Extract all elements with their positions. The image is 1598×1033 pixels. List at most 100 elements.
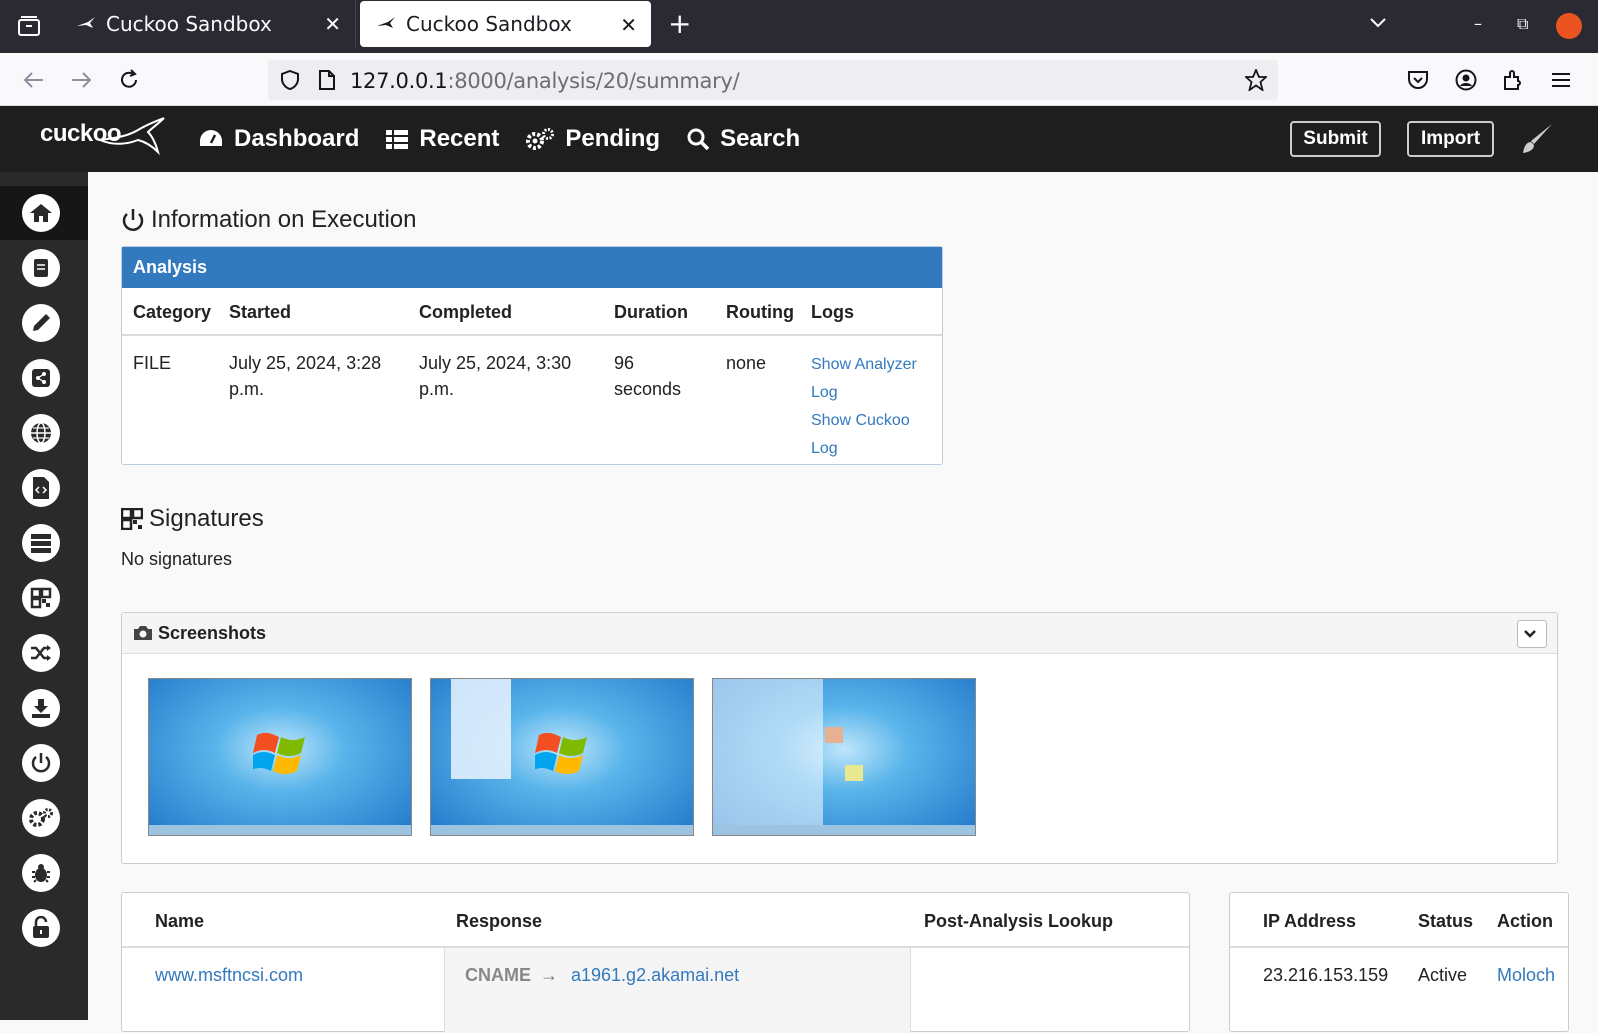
unlock-icon[interactable] — [22, 909, 60, 947]
import-button[interactable]: Import — [1407, 121, 1494, 157]
screenshot-thumbnail[interactable] — [430, 678, 694, 836]
dashboard-icon — [200, 130, 222, 146]
col-post-analysis-lookup: Post-Analysis Lookup — [924, 911, 1114, 931]
power-icon — [122, 209, 144, 231]
bug-icon[interactable] — [22, 854, 60, 892]
url-text: 127.0.0.1:8000/analysis/20/summary/ — [350, 69, 740, 93]
col-logs: Logs — [811, 302, 854, 322]
main-content: Information on Execution Analysis Catego… — [88, 172, 1598, 1033]
close-tab-icon[interactable]: ✕ — [620, 13, 637, 37]
cuckoo-favicon-icon — [76, 13, 98, 35]
camera-icon — [134, 626, 152, 640]
windows-logo-icon — [535, 732, 587, 774]
logs-cell: Show Analyzer Log Show Cuckoo Log — [811, 350, 917, 462]
tab-overview-icon[interactable] — [14, 12, 44, 40]
hosts-panel: IP Address Status Action 23.216.153.159 … — [1229, 892, 1569, 1032]
nav-pending[interactable]: Pending — [525, 125, 660, 153]
url-bar[interactable]: 127.0.0.1:8000/analysis/20/summary/ — [268, 60, 1278, 100]
account-icon[interactable] — [1453, 67, 1479, 93]
screenshots-title: Screenshots — [158, 622, 267, 643]
col-routing: Routing — [726, 302, 794, 322]
search-icon — [687, 128, 710, 151]
col-action: Action — [1497, 911, 1553, 931]
cuckoo-favicon-icon — [376, 13, 398, 35]
screenshots-panel-header: Screenshots — [122, 613, 1557, 654]
analysis-panel-title: Analysis — [122, 247, 942, 288]
gears-icon[interactable] — [22, 799, 60, 837]
windows-logo-icon — [253, 732, 305, 774]
host-ip: 23.216.153.159 — [1263, 965, 1389, 985]
col-started: Started — [229, 302, 292, 322]
screenshot-thumbnail[interactable] — [712, 678, 976, 836]
forward-icon[interactable] — [68, 67, 94, 93]
dns-name-link[interactable]: www.msftncsi.com — [155, 965, 303, 986]
sidebar — [0, 172, 88, 1020]
show-cuckoo-log-link[interactable]: Show Cuckoo Log — [811, 412, 910, 457]
globe-icon[interactable] — [22, 414, 60, 452]
col-duration: Duration — [614, 302, 688, 322]
execution-section-heading: Information on Execution — [121, 206, 417, 234]
back-icon[interactable] — [21, 67, 47, 93]
response-cell — [444, 948, 911, 1033]
started-value: July 25, 2024, 3:28 p.m. — [229, 353, 382, 399]
download-icon[interactable] — [22, 689, 60, 727]
book-icon[interactable] — [22, 249, 60, 287]
qrcode-icon[interactable] — [22, 579, 60, 617]
qrcode-icon — [121, 508, 143, 530]
server-icon[interactable] — [22, 524, 60, 562]
reload-icon[interactable] — [116, 67, 142, 93]
extensions-icon[interactable] — [1500, 67, 1526, 93]
completed-value: July 25, 2024, 3:30 p.m. — [419, 353, 572, 399]
col-status: Status — [1418, 911, 1474, 931]
dns-response-link[interactable]: a1961.g2.akamai.net — [571, 965, 739, 986]
browser-nav-bar: 127.0.0.1:8000/analysis/20/summary/ — [0, 53, 1598, 106]
host-status: Active — [1418, 965, 1468, 985]
nav-search[interactable]: Search — [686, 125, 800, 153]
bookmark-star-icon[interactable] — [1243, 67, 1269, 96]
shield-icon[interactable] — [280, 69, 300, 95]
nav-dashboard[interactable]: Dashboard — [198, 125, 359, 153]
duration-value: 96 seconds — [614, 353, 682, 399]
file-code-icon[interactable] — [22, 469, 60, 507]
app-header: cuckoo Dashboard Recent Pending Search S… — [0, 106, 1598, 172]
tab-list-chevron-icon[interactable] — [1368, 12, 1388, 37]
list-icon — [386, 130, 409, 149]
no-signatures-text: No signatures — [121, 549, 233, 569]
col-category: Category — [133, 302, 212, 322]
minimize-icon[interactable]: – — [1474, 14, 1482, 33]
arrow-right-icon: → — [540, 965, 558, 985]
col-completed: Completed — [419, 302, 513, 322]
close-tab-icon[interactable]: ✕ — [324, 12, 341, 36]
show-analyzer-log-link[interactable]: Show Analyzer Log — [811, 356, 917, 401]
share-icon[interactable] — [22, 359, 60, 397]
col-ip-address: IP Address — [1263, 911, 1357, 931]
window-close-icon[interactable] — [1556, 13, 1582, 39]
signatures-section-heading: Signatures — [121, 505, 264, 533]
browser-tab[interactable]: Cuckoo Sandbox ✕ — [60, 0, 356, 47]
browser-tab-bar: Cuckoo Sandbox ✕ Cuckoo Sandbox ✕ + – ⧉ — [0, 0, 1598, 53]
new-tab-icon[interactable]: + — [668, 10, 691, 38]
nav-recent[interactable]: Recent — [385, 125, 499, 153]
screenshot-thumbnail[interactable] — [148, 678, 412, 836]
browser-tab-active[interactable]: Cuckoo Sandbox ✕ — [360, 1, 651, 47]
gears-icon — [526, 128, 555, 150]
brush-icon[interactable] — [1520, 122, 1554, 161]
collapse-toggle-button[interactable] — [1517, 620, 1547, 648]
pencil-icon[interactable] — [22, 304, 60, 342]
chevron-down-icon — [1523, 630, 1536, 638]
random-icon[interactable] — [22, 634, 60, 672]
screenshots-panel: Screenshots — [121, 612, 1558, 864]
pocket-icon[interactable] — [1405, 67, 1431, 93]
menu-icon[interactable] — [1548, 67, 1574, 93]
dns-panel: Name Response Post-Analysis Lookup www.m… — [121, 892, 1190, 1033]
restore-icon[interactable]: ⧉ — [1517, 14, 1528, 34]
moloch-link[interactable]: Moloch — [1497, 965, 1555, 986]
home-icon[interactable] — [22, 194, 60, 232]
power-icon[interactable] — [22, 744, 60, 782]
category-value: FILE — [133, 353, 172, 373]
routing-value: none — [726, 353, 767, 373]
cuckoo-logo[interactable]: cuckoo — [40, 117, 165, 156]
page-info-icon[interactable] — [318, 70, 336, 95]
tab-title: Cuckoo Sandbox — [406, 12, 572, 36]
submit-button[interactable]: Submit — [1290, 121, 1381, 157]
